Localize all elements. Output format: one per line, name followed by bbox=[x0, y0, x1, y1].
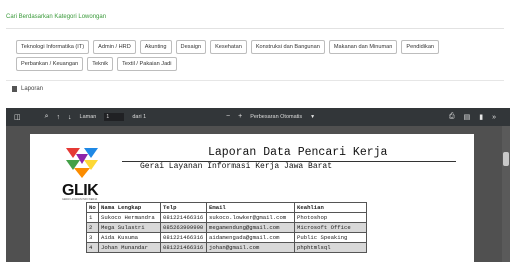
zoom-in-icon[interactable]: + bbox=[238, 113, 242, 120]
category-button[interactable]: Kesehatan bbox=[210, 40, 247, 54]
cell-no: 3 bbox=[86, 232, 99, 243]
print-icon[interactable]: ⎙ bbox=[449, 113, 455, 121]
cell-no: 4 bbox=[86, 242, 99, 253]
report-title: Laporan Data Pencari Kerja bbox=[208, 146, 388, 159]
column-header: Keahlian bbox=[294, 202, 367, 213]
divider bbox=[6, 80, 504, 81]
cell-skill: Photoshop bbox=[294, 212, 367, 223]
category-button[interactable]: Desaign bbox=[175, 40, 207, 54]
page-total: dari 1 bbox=[132, 114, 147, 120]
cell-email: aidamengada@gmail.com bbox=[206, 232, 295, 243]
cell-phone: 085263909990 bbox=[160, 222, 207, 233]
cell-skill: Microsoft Office bbox=[294, 222, 367, 233]
section-header: Laporan bbox=[12, 86, 43, 92]
report-subtitle: Gerai Layanan Informasi Kerja Jawa Barat bbox=[140, 162, 333, 171]
category-list: Teknologi Informatika (IT) Admin / HRD A… bbox=[16, 40, 496, 71]
divider bbox=[6, 28, 504, 29]
job-seeker-table: No Nama Lengkap Telp Email Keahlian 1 Su… bbox=[86, 202, 367, 253]
more-tools-icon[interactable]: » bbox=[492, 114, 496, 121]
scrollbar-thumb[interactable] bbox=[503, 152, 509, 166]
next-page-icon[interactable]: ↓ bbox=[68, 114, 72, 121]
cell-name: Johan Munandar bbox=[98, 242, 161, 253]
cell-name: Aida Kusuma bbox=[98, 232, 161, 243]
cell-no: 1 bbox=[86, 212, 99, 223]
section-label: Laporan bbox=[21, 86, 44, 92]
category-button[interactable]: Teknologi Informatika (IT) bbox=[16, 40, 90, 54]
cell-phone: 081221466316 bbox=[160, 212, 207, 223]
cell-skill: Public Speaking bbox=[294, 232, 367, 243]
prev-page-icon[interactable]: ↑ bbox=[57, 114, 61, 121]
glik-logo-icon bbox=[66, 148, 98, 178]
logo-subtext: GERAI LAYANAN INFO KERJA bbox=[62, 198, 98, 201]
cell-name: Sukoco Hermandra bbox=[98, 212, 161, 223]
table-row: 1 Sukoco Hermandra 081221466316 sukoco.l… bbox=[86, 212, 367, 223]
column-header: Telp bbox=[160, 202, 207, 213]
table-header-row: No Nama Lengkap Telp Email Keahlian bbox=[86, 202, 367, 213]
cell-email: johan@gmail.com bbox=[206, 242, 295, 253]
category-button[interactable]: Teknik bbox=[87, 57, 114, 71]
search-icon[interactable]: ⌕ bbox=[45, 113, 49, 121]
cell-email: sukoco.lowker@gmail.com bbox=[206, 212, 295, 223]
zoom-select[interactable]: Perbesaran Otomatis bbox=[250, 114, 302, 120]
zoom-out-icon[interactable]: − bbox=[226, 113, 230, 120]
cell-email: megamendung@gmail.com bbox=[206, 222, 295, 233]
category-button[interactable]: Perbankan / Keuangan bbox=[16, 57, 84, 71]
cell-name: Mega Sulastri bbox=[98, 222, 161, 233]
category-button[interactable]: Konstruksi dan Bangunan bbox=[250, 40, 325, 54]
document-icon bbox=[12, 86, 17, 92]
table-row: 3 Aida Kusuma 081221466316 aidamengada@g… bbox=[86, 232, 367, 243]
pdf-page: GLIK GERAI LAYANAN INFO KERJA Laporan Da… bbox=[30, 134, 474, 262]
column-header: Nama Lengkap bbox=[98, 202, 161, 213]
bookmark-icon[interactable]: ▮ bbox=[479, 113, 483, 121]
sidebar-toggle-icon[interactable]: ◫ bbox=[14, 113, 21, 121]
category-button[interactable]: Textil / Pakaian Jadi bbox=[117, 57, 177, 71]
chevron-down-icon[interactable]: ▼ bbox=[310, 114, 315, 120]
scrollbar[interactable] bbox=[502, 126, 510, 262]
page-number-input[interactable]: 1 bbox=[104, 113, 125, 121]
table-row: 4 Johan Munandar 081221466316 johan@gmai… bbox=[86, 242, 367, 253]
pdf-viewer: ◫ ⌕ ↑ ↓ Laman 1 dari 1 − + Perbesaran Ot… bbox=[6, 108, 510, 262]
column-header: Email bbox=[206, 202, 295, 213]
page-label: Laman bbox=[79, 114, 97, 120]
column-header: No bbox=[86, 202, 99, 213]
category-button[interactable]: Makanan dan Minuman bbox=[328, 40, 398, 54]
table-row: 2 Mega Sulastri 085263909990 megamendung… bbox=[86, 222, 367, 233]
filter-title: Cari Berdasarkan Kategori Lowongan bbox=[6, 14, 107, 20]
save-icon[interactable]: ▤ bbox=[464, 113, 471, 121]
cell-skill: phphtmlsql bbox=[294, 242, 367, 253]
cell-phone: 081221466316 bbox=[160, 242, 207, 253]
pdf-toolbar: ◫ ⌕ ↑ ↓ Laman 1 dari 1 − + Perbesaran Ot… bbox=[6, 108, 510, 126]
category-button[interactable]: Admin / HRD bbox=[93, 40, 136, 54]
category-button[interactable]: Pendidikan bbox=[401, 40, 440, 54]
category-button[interactable]: Akunting bbox=[139, 40, 172, 54]
cell-no: 2 bbox=[86, 222, 99, 233]
cell-phone: 081221466316 bbox=[160, 232, 207, 243]
